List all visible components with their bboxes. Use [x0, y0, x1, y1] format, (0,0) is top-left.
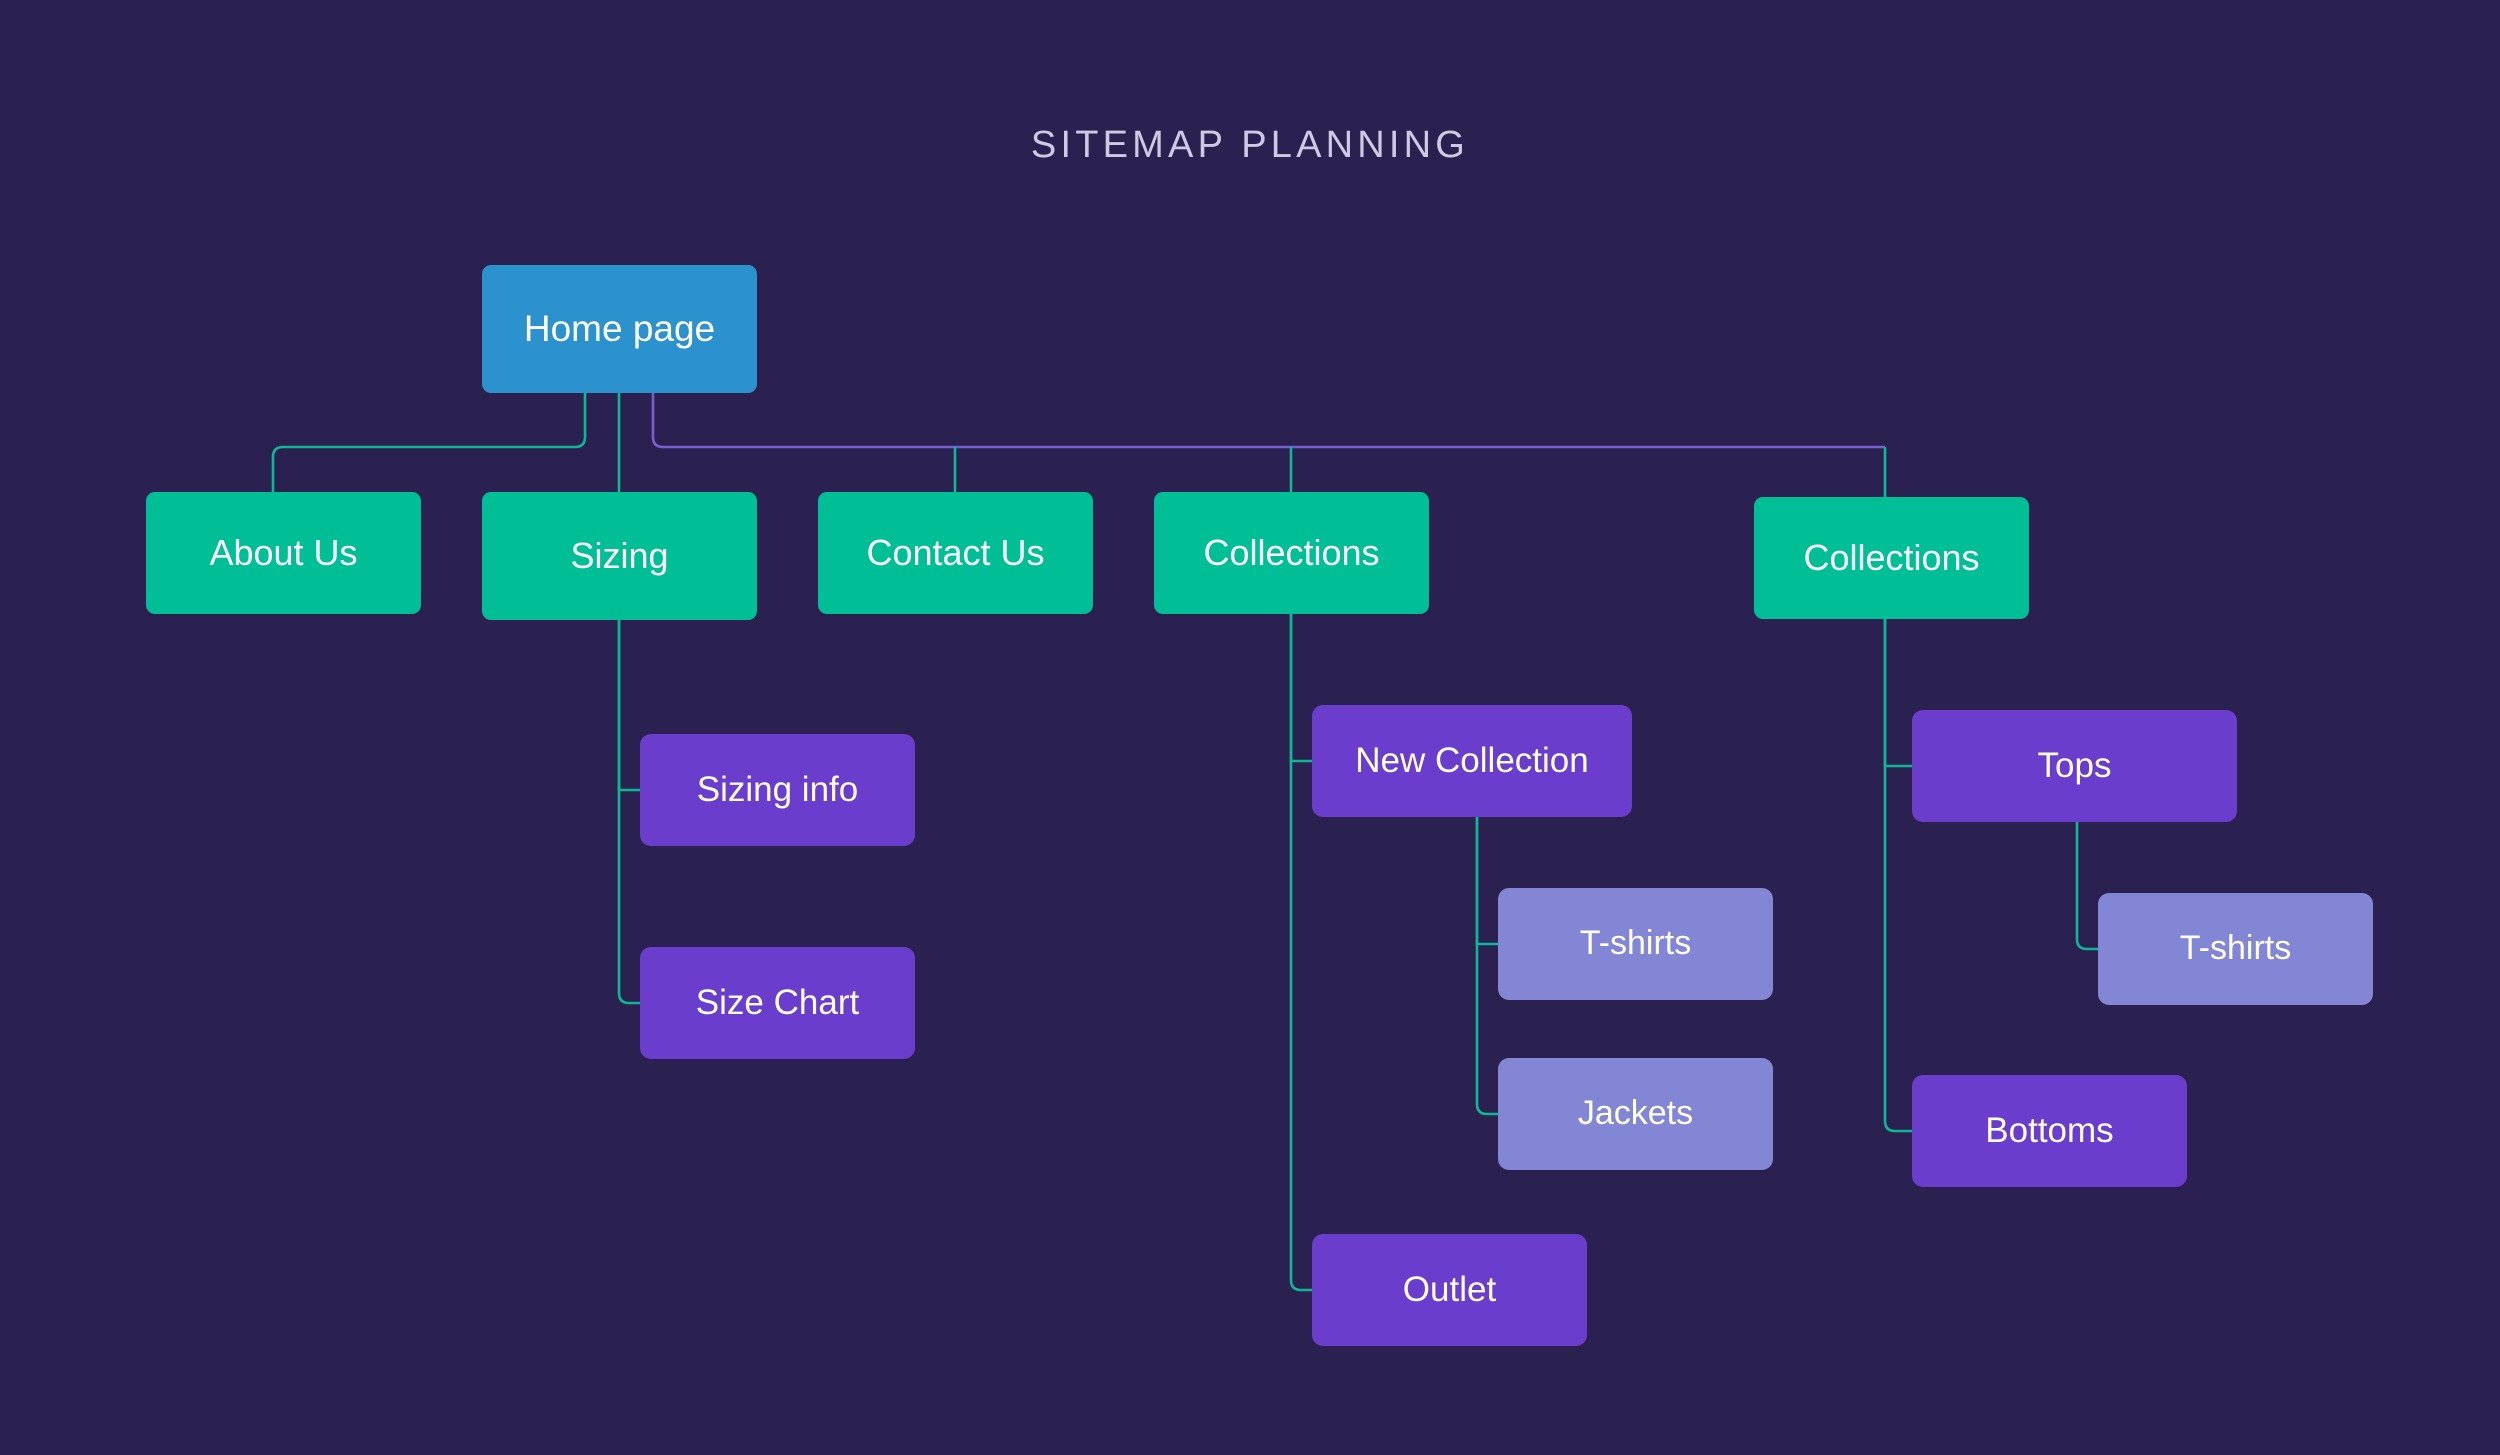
node-bottoms[interactable]: Bottoms [1912, 1075, 2187, 1187]
node-label: T-shirts [2179, 929, 2292, 968]
edge-collections1-to-outlet [1289, 614, 1312, 1292]
node-label: T-shirts [1579, 924, 1692, 963]
node-label: Collections [1203, 532, 1380, 574]
edge-home-to-about [271, 393, 587, 492]
node-about-us[interactable]: About Us [146, 492, 421, 614]
edge-newcollection-to-tshirts [1475, 817, 1498, 946]
edge-sizing-to-sizing-info [617, 620, 640, 792]
edge-collections1-to-new-collection [1289, 614, 1312, 763]
node-size-chart[interactable]: Size Chart [640, 947, 915, 1059]
edge-home-right-trunk [651, 393, 1885, 449]
edge-tops-to-tshirts [2075, 822, 2098, 951]
node-tshirts-new-collection[interactable]: T-shirts [1498, 888, 1773, 1000]
node-outlet[interactable]: Outlet [1312, 1234, 1587, 1346]
node-collections-2[interactable]: Collections [1754, 497, 2029, 619]
edge-sizing-to-size-chart [617, 620, 640, 1005]
edge-collections2-to-tops [1883, 619, 1912, 768]
node-label: Sizing info [696, 769, 859, 809]
node-home-page[interactable]: Home page [482, 265, 757, 393]
node-tshirts-tops[interactable]: T-shirts [2098, 893, 2373, 1005]
node-label: About Us [209, 532, 358, 574]
node-label: Outlet [1402, 1269, 1497, 1309]
node-new-collection[interactable]: New Collection [1312, 705, 1632, 817]
node-label: Collections [1803, 537, 1980, 579]
node-label: Contact Us [866, 532, 1045, 574]
node-label: Tops [2037, 745, 2112, 785]
edge-newcollection-to-jackets [1475, 817, 1498, 1116]
edge-collections2-to-bottoms [1883, 619, 1912, 1133]
node-sizing-info[interactable]: Sizing info [640, 734, 915, 846]
node-label: Bottoms [1985, 1110, 2114, 1150]
node-label: Size Chart [695, 982, 860, 1022]
node-collections-1[interactable]: Collections [1154, 492, 1429, 614]
node-tops[interactable]: Tops [1912, 710, 2237, 822]
node-jackets[interactable]: Jackets [1498, 1058, 1773, 1170]
node-label: New Collection [1355, 740, 1589, 780]
node-label: Home page [523, 307, 716, 349]
node-sizing[interactable]: Sizing [482, 492, 757, 620]
node-contact-us[interactable]: Contact Us [818, 492, 1093, 614]
node-label: Sizing [570, 535, 669, 577]
page-title: SITEMAP PLANNING [1030, 124, 1470, 166]
node-label: Jackets [1577, 1094, 1694, 1133]
sitemap-canvas: SITEMAP PLANNING Home page About Us Sizi… [0, 0, 2500, 1455]
